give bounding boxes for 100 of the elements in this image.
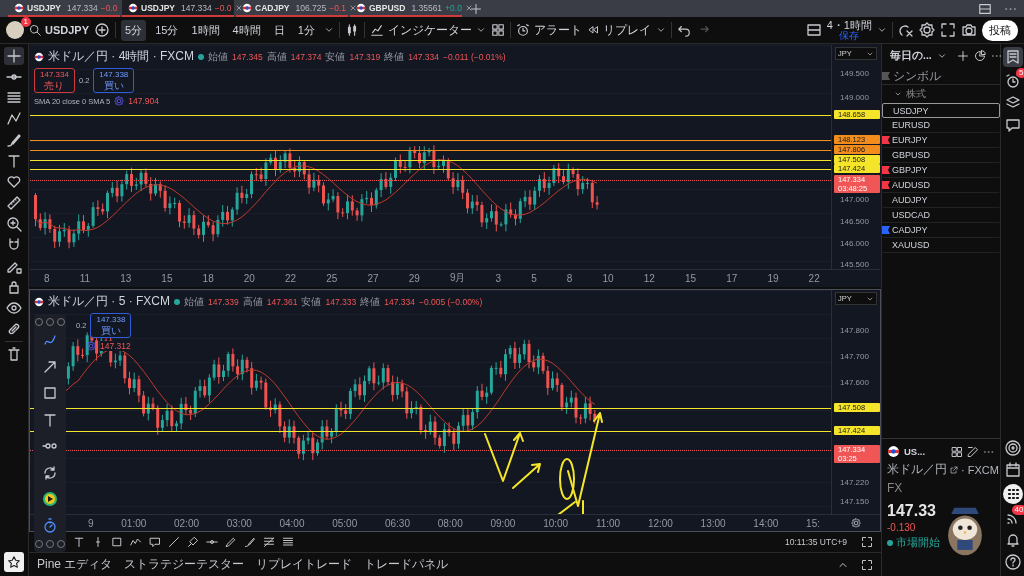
favorites-button[interactable] (4, 552, 24, 572)
brush-icon[interactable] (6, 132, 22, 148)
pen-icon[interactable] (225, 536, 237, 548)
ruler-icon[interactable] (6, 195, 22, 211)
grid-icon[interactable] (951, 445, 963, 458)
watchlist-item[interactable]: XAUUSD (882, 238, 1000, 253)
watchlist-title[interactable]: 毎日の... (890, 49, 932, 63)
symbol-tab[interactable]: GBPUSD 1.35561 +0.0 (350, 0, 462, 17)
close-icon[interactable] (464, 3, 473, 12)
add-tab-icon[interactable] (470, 2, 482, 15)
line-icon[interactable] (168, 536, 180, 548)
comment-icon[interactable] (149, 536, 161, 548)
panel-tab[interactable]: リプレイトレード (256, 556, 353, 573)
avatar[interactable] (6, 21, 24, 39)
indicators-button[interactable]: インジケーター (369, 21, 486, 39)
camera-icon[interactable] (961, 22, 977, 38)
close-icon[interactable] (234, 3, 243, 12)
calendar-icon[interactable] (1004, 462, 1021, 478)
window-layout-icon[interactable] (978, 1, 992, 16)
publish-button[interactable]: 投稿 (982, 19, 1018, 41)
interval-button[interactable]: 5分 (121, 19, 147, 41)
watchlist-item[interactable]: AUDJPY (882, 193, 1000, 208)
fullscreen-icon[interactable] (940, 22, 956, 38)
caret-icon[interactable] (323, 25, 334, 35)
caret-icon[interactable] (877, 25, 887, 35)
lock-icon[interactable] (6, 279, 22, 295)
trash-icon[interactable] (6, 346, 22, 362)
indicator-settings-icon[interactable] (86, 341, 96, 351)
edit-icon[interactable] (967, 445, 979, 458)
watchlist-item[interactable]: GBPJPY (882, 163, 1000, 178)
play-icon[interactable] (42, 491, 58, 508)
heart-icon[interactable] (6, 174, 22, 190)
interval-button[interactable]: 日 (269, 19, 289, 41)
eye-icon[interactable] (6, 300, 22, 316)
arrow-icon[interactable] (42, 358, 58, 375)
watchlist-item[interactable]: GBPUSD (882, 148, 1000, 163)
external-link-icon[interactable] (950, 465, 958, 474)
add-icon[interactable] (956, 50, 969, 62)
alarm-clock-icon[interactable] (1004, 73, 1021, 89)
interval-button[interactable]: 4時間 (228, 19, 265, 41)
replay-button[interactable]: リプレイ (586, 21, 651, 39)
watchlist-item[interactable]: USDCAD (882, 208, 1000, 223)
brush-icon[interactable] (244, 536, 256, 548)
layout-button[interactable]: 4・1時間 保存 (826, 19, 872, 41)
panel-tab[interactable]: トレードパネル (364, 556, 449, 573)
indicator-settings-icon[interactable] (114, 96, 125, 106)
lines-icon[interactable] (6, 90, 22, 106)
chat-icon[interactable] (1004, 117, 1021, 133)
caret-icon[interactable] (655, 25, 666, 35)
panel-tab[interactable]: ストラテジーテスター (124, 556, 245, 573)
rectangle-icon[interactable] (42, 385, 58, 402)
interval-button[interactable]: 1時間 (187, 19, 224, 41)
time-tick: 10:00 (543, 517, 569, 529)
buy-button[interactable]: 147.338 買い (93, 68, 135, 93)
polyline-icon[interactable] (130, 536, 142, 548)
pattern-icon[interactable] (6, 111, 22, 127)
target-icon[interactable] (1004, 440, 1021, 456)
help-icon[interactable] (1004, 554, 1021, 570)
price-change: −0.011 (−0.01%) (442, 51, 506, 62)
interval-button[interactable]: 15分 (151, 19, 183, 41)
text-tool-icon[interactable] (73, 536, 85, 548)
lines-icon[interactable] (282, 536, 294, 548)
rectangle-icon[interactable] (111, 536, 123, 548)
watchlist-item[interactable]: EURUSD (882, 118, 1000, 133)
text-tool-icon[interactable] (42, 411, 58, 428)
settings-icon[interactable] (919, 22, 935, 38)
settings-icon[interactable] (851, 518, 861, 528)
fullscreen-icon[interactable] (861, 536, 873, 548)
group-header[interactable]: 株式 (882, 85, 1000, 103)
watchlist-item[interactable]: AUDUSD (882, 178, 1000, 193)
symbol-search[interactable]: USDJPY (29, 24, 90, 36)
fib-levels-icon[interactable] (263, 536, 275, 548)
chart-title: 米ドル／円 · 4時間 · FXCM (48, 48, 194, 65)
zoom-icon[interactable] (6, 216, 22, 232)
path-icon[interactable] (187, 536, 199, 548)
magnet-icon[interactable] (6, 237, 22, 253)
caret-icon[interactable] (936, 51, 947, 61)
pie-chart-icon[interactable] (973, 50, 986, 62)
crosshair-button[interactable] (4, 47, 24, 65)
panel-tab[interactable]: Pine エディタ (37, 556, 113, 573)
text-tool-icon[interactable] (6, 153, 22, 169)
layout-icon[interactable] (805, 22, 822, 38)
close-icon[interactable] (349, 3, 357, 12)
watchlist-item[interactable]: CADJPY (882, 223, 1000, 238)
alert-button[interactable]: アラート (515, 21, 582, 39)
watchlist-item[interactable]: USDJPY (882, 103, 1000, 118)
apps-button[interactable] (1002, 484, 1023, 504)
watchlist-button[interactable] (1002, 47, 1023, 67)
symbol-tab[interactable]: CADJPY 106.725 −0.1 (236, 0, 348, 17)
watchlist-item[interactable]: EURJPY (882, 133, 1000, 148)
undo-icon[interactable] (676, 23, 691, 37)
maximize-icon[interactable] (861, 558, 873, 571)
sell-button[interactable]: 147.334 売り (34, 68, 75, 93)
interval-button[interactable]: 1分 (293, 19, 319, 41)
flag-icon (242, 2, 252, 13)
add-symbol-icon[interactable] (94, 22, 111, 38)
buy-button[interactable]: 147.338 買い (90, 313, 132, 338)
stopwatch-icon[interactable] (42, 517, 58, 534)
link-icon[interactable] (6, 321, 22, 337)
cycle-icon[interactable] (42, 464, 58, 481)
